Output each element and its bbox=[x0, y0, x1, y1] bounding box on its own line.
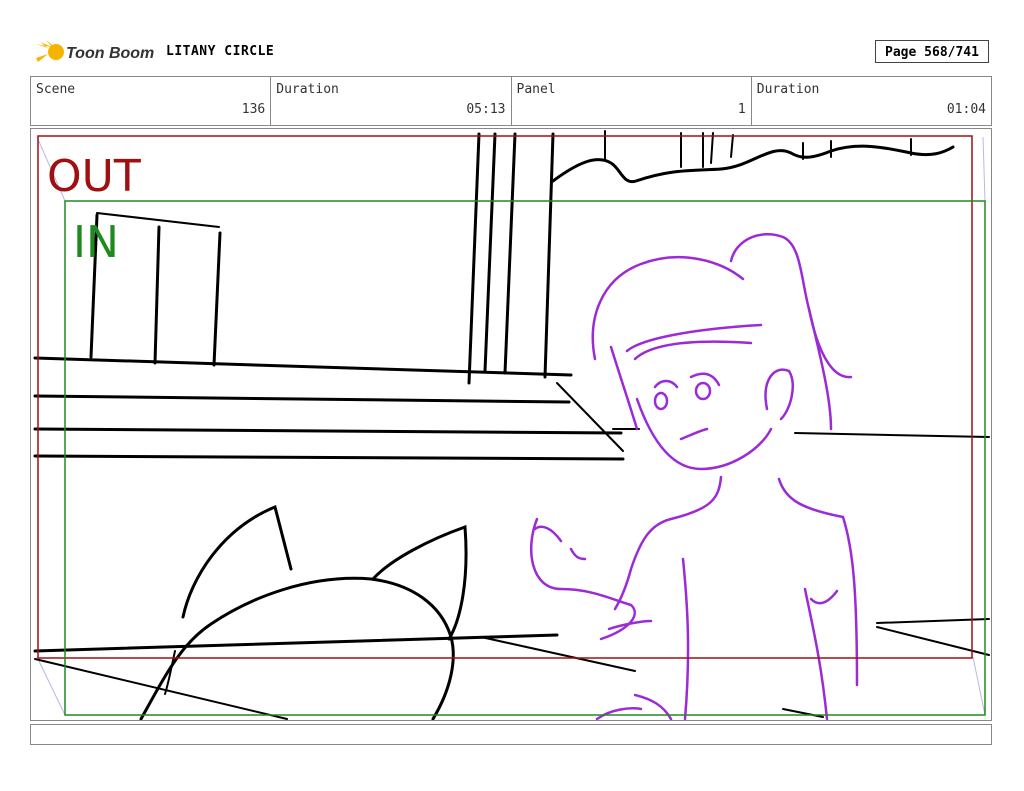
panel-duration-value: 01:04 bbox=[946, 102, 986, 117]
info-bar: Scene 136 Duration 05:13 Panel 1 Duratio… bbox=[30, 76, 992, 126]
panel-duration-cell: Duration 01:04 bbox=[752, 77, 991, 125]
project-title: LITANY CIRCLE bbox=[166, 44, 275, 59]
scene-value: 136 bbox=[241, 102, 266, 117]
scene-label: Scene bbox=[36, 82, 76, 97]
scene-duration-value: 05:13 bbox=[466, 102, 506, 117]
panel-drawing: OUT IN bbox=[33, 130, 990, 720]
caption-box bbox=[30, 724, 992, 745]
background-sketch bbox=[33, 130, 990, 720]
scene-duration-cell: Duration 05:13 bbox=[271, 77, 512, 125]
panel-value: 1 bbox=[737, 102, 746, 117]
scene-duration-label: Duration bbox=[276, 82, 339, 97]
toon-boom-logo: Toon Boom bbox=[34, 38, 159, 66]
storyboard-panel: OUT IN bbox=[30, 128, 992, 721]
scene-cell: Scene 136 bbox=[31, 77, 272, 125]
out-frame-label: OUT bbox=[47, 151, 141, 202]
comet-icon bbox=[36, 40, 64, 62]
brand-text: Toon Boom bbox=[66, 45, 154, 62]
panel-duration-label: Duration bbox=[756, 82, 820, 97]
panel-cell: Panel 1 bbox=[512, 77, 752, 125]
character-sketch bbox=[530, 233, 859, 720]
page-indicator: Page 568/741 bbox=[875, 40, 989, 63]
panel-label: Panel bbox=[516, 82, 556, 97]
in-frame-label: IN bbox=[73, 217, 119, 268]
